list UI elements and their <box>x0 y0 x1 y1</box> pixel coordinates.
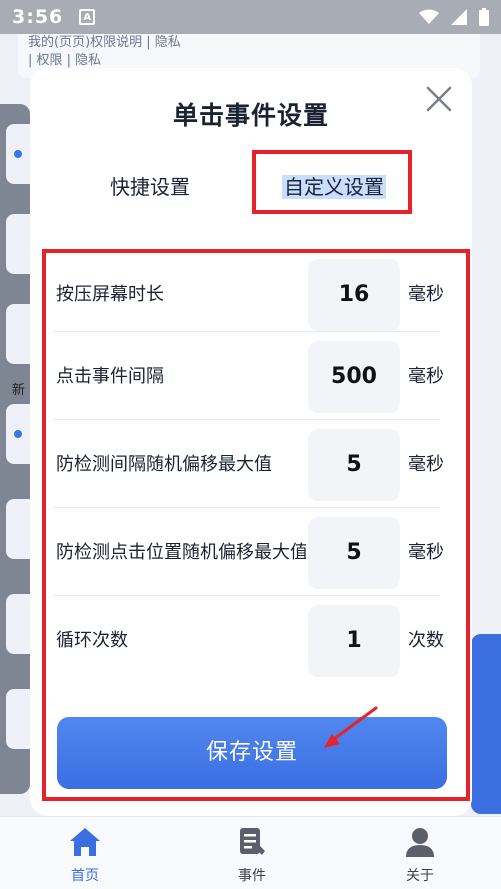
signal-icon <box>451 9 467 25</box>
nav-item-about[interactable]: 关于 <box>380 825 460 885</box>
save-settings-button[interactable]: 保存设置 <box>57 717 447 789</box>
background-left-list <box>0 104 30 794</box>
setting-unit: 毫秒 <box>408 366 444 387</box>
row-divider <box>54 595 440 596</box>
click-interval-input[interactable]: 500 <box>308 341 400 413</box>
background-left-text: 新 <box>12 383 26 398</box>
nav-label-home: 首页 <box>71 868 99 884</box>
setting-row-click-interval: 点击事件间隔 500 毫秒 <box>44 333 452 421</box>
setting-unit: 毫秒 <box>408 542 444 563</box>
background-list-item <box>6 499 30 559</box>
setting-label: 点击事件间隔 <box>56 366 164 387</box>
background-list-item <box>6 689 30 749</box>
background-list-item <box>6 214 30 274</box>
home-icon <box>70 828 100 856</box>
wifi-icon <box>419 9 439 24</box>
row-divider <box>54 331 440 332</box>
loop-count-input[interactable]: 1 <box>308 605 400 677</box>
press-duration-input[interactable]: 16 <box>308 259 400 331</box>
person-icon <box>406 828 434 857</box>
nav-item-events[interactable]: 事件 <box>212 825 292 885</box>
notification-icon: A <box>79 9 96 25</box>
nav-label-about: 关于 <box>406 868 434 884</box>
setting-row-interval-offset: 防检测间隔随机偏移最大值 5 毫秒 <box>44 421 452 509</box>
background-list-dot <box>14 150 22 158</box>
annotation-arrow-icon <box>324 706 378 748</box>
row-divider <box>54 507 440 508</box>
setting-unit: 毫秒 <box>408 284 444 305</box>
setting-row-position-offset: 防检测点击位置随机偏移最大值 5 毫秒 <box>44 509 452 597</box>
events-icon <box>240 828 265 855</box>
tab-quick-settings[interactable]: 快捷设置 <box>110 171 190 200</box>
background-list-dot <box>14 430 22 438</box>
setting-unit: 次数 <box>408 630 444 651</box>
nav-label-events: 事件 <box>238 868 266 884</box>
background-list-item <box>6 304 30 364</box>
background-right-button <box>471 634 501 814</box>
bottom-nav: 首页 事件 关于 <box>0 816 501 889</box>
status-bar: 3:56 A <box>0 0 501 34</box>
battery-icon <box>479 8 489 26</box>
setting-unit: 毫秒 <box>408 454 444 475</box>
setting-label: 循环次数 <box>56 630 128 651</box>
status-icons <box>419 8 489 26</box>
setting-label: 按压屏幕时长 <box>56 284 164 305</box>
highlight-box-custom-tab <box>252 150 412 214</box>
position-offset-input[interactable]: 5 <box>308 517 400 589</box>
setting-label: 防检测间隔随机偏移最大值 <box>56 454 272 475</box>
close-icon[interactable] <box>422 82 456 116</box>
interval-offset-input[interactable]: 5 <box>308 429 400 501</box>
status-time: 3:56 <box>12 6 64 28</box>
setting-label: 防检测点击位置随机偏移最大值 <box>56 542 306 563</box>
nav-item-home[interactable]: 首页 <box>45 825 125 885</box>
click-event-settings-dialog: 单击事件设置 快捷设置 自定义设置 按压屏幕时长 16 毫秒 点击事件间隔 50… <box>30 68 472 816</box>
setting-row-press-duration: 按压屏幕时长 16 毫秒 <box>44 251 452 339</box>
background-list-item <box>6 594 30 654</box>
row-divider <box>54 419 440 420</box>
setting-row-loop-count: 循环次数 1 次数 <box>44 597 452 685</box>
dialog-title: 单击事件设置 <box>172 101 329 130</box>
